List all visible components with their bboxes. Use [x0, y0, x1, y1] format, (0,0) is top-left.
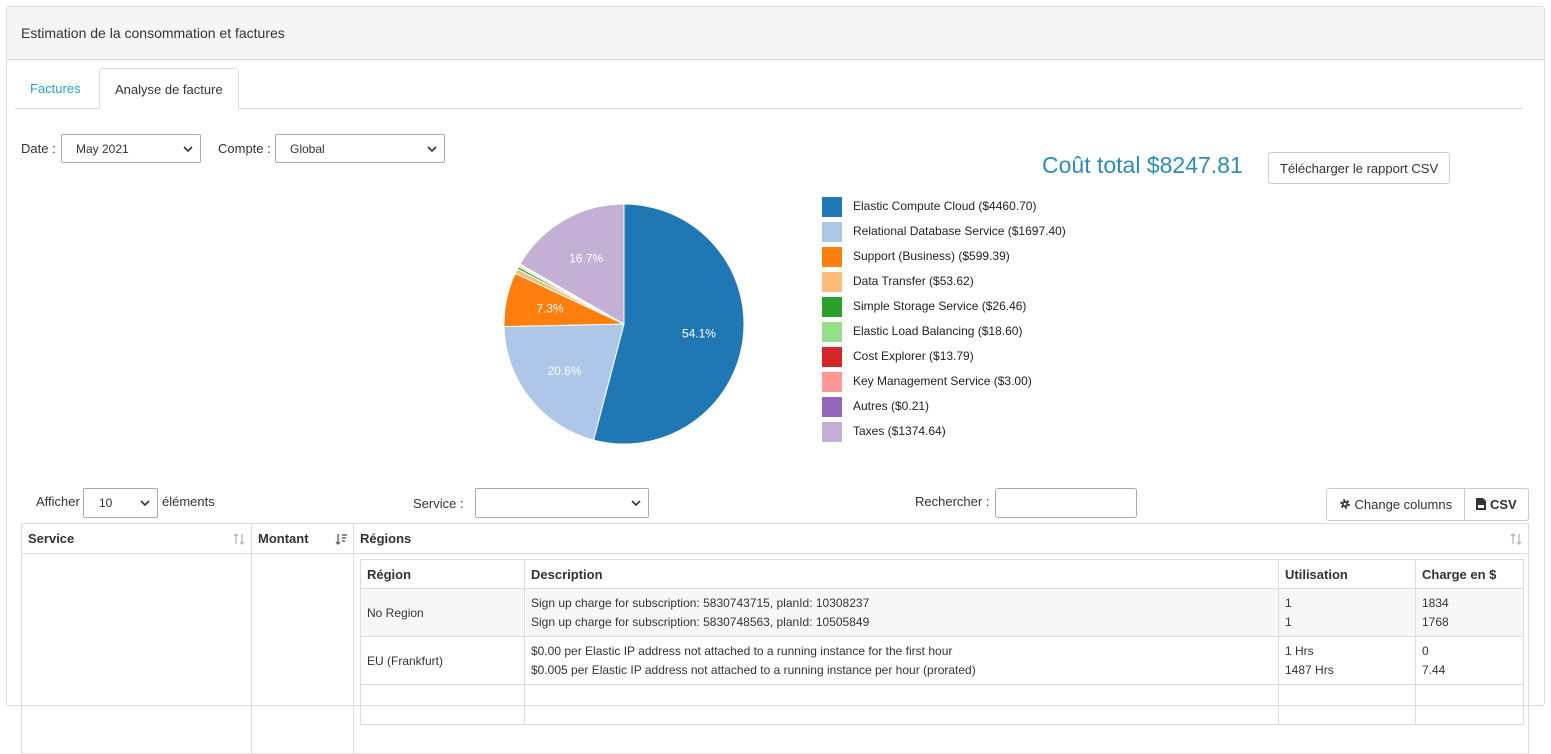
legend-swatch — [822, 397, 842, 417]
col-usage: Utilisation — [1278, 559, 1416, 589]
region-descriptions: Sign up charge for subscription: 5830743… — [524, 588, 1279, 637]
legend-label: Support (Business) ($599.39) — [853, 249, 1010, 263]
pie-slice-label: 54.1% — [682, 327, 716, 341]
usage-line: 1487 Hrs — [1285, 662, 1334, 677]
page-length-select[interactable]: 10 — [83, 488, 158, 518]
description-line: Sign up charge for subscription: 5830748… — [531, 614, 870, 629]
page-length-label: Afficher — [36, 494, 80, 509]
page-length-value: 10 — [99, 496, 113, 510]
region-usage: 1 Hrs 1487 Hrs — [1278, 636, 1416, 685]
sort-icon — [1510, 533, 1522, 545]
amount-cell — [251, 553, 354, 754]
sort-icon — [233, 533, 245, 545]
change-columns-button[interactable]: Change columns — [1326, 488, 1465, 521]
chevron-down-icon — [140, 500, 150, 507]
date-select[interactable]: May 2021 — [61, 134, 201, 163]
region-name: No Region — [360, 588, 525, 637]
download-csv-button[interactable]: Télécharger le rapport CSV — [1268, 152, 1450, 184]
region-charges: 1834 1768 — [1415, 588, 1524, 637]
legend-swatch — [822, 347, 842, 367]
legend-label: Data Transfer ($53.62) — [853, 274, 974, 288]
pie-slice-label: 7.3% — [536, 301, 564, 315]
search-label: Rechercher : — [915, 494, 990, 509]
cost-pie-chart: 54.1% 20.6% 7.3% 16.7% — [503, 203, 745, 445]
charge-line: 0 — [1422, 643, 1429, 658]
service-cell — [21, 553, 252, 754]
legend-label: Taxes ($1374.64) — [853, 424, 946, 438]
legend-label: Autres ($0.21) — [853, 399, 930, 413]
billing-table: Service Montant Régions Région Descripti… — [21, 523, 1529, 754]
charge-line: 7.44 — [1422, 662, 1446, 677]
chevron-down-icon — [631, 500, 641, 507]
legend-label: Elastic Load Balancing ($18.60) — [853, 324, 1023, 338]
tab-bar: Factures Analyse de facture — [15, 68, 1523, 110]
regions-header-row: Région Description Utilisation Charge en… — [360, 559, 1524, 589]
charge-line: 1834 — [1422, 595, 1449, 610]
legend-label: Elastic Compute Cloud ($4460.70) — [853, 199, 1037, 213]
col-charge: Charge en $ — [1415, 559, 1524, 589]
tab-analyse-facture[interactable]: Analyse de facture — [99, 68, 239, 110]
legend-swatch — [822, 197, 842, 217]
tab-factures[interactable]: Factures — [15, 68, 96, 109]
legend-swatch — [822, 297, 842, 317]
sort-desc-icon — [335, 534, 347, 545]
description-line: $0.00 per Elastic IP address not attache… — [531, 643, 953, 658]
column-service[interactable]: Service — [21, 523, 252, 554]
description-line: $0.005 per Elastic IP address not attach… — [531, 662, 976, 677]
chevron-down-icon — [183, 146, 193, 153]
date-label: Date : — [21, 141, 56, 156]
description-line: Sign up charge for subscription: 5830743… — [531, 595, 870, 610]
column-montant-label: Montant — [258, 531, 309, 546]
account-select-value: Global — [290, 142, 325, 156]
change-columns-label: Change columns — [1354, 497, 1453, 512]
gear-icon — [1340, 499, 1350, 509]
legend-swatch — [822, 247, 842, 267]
usage-line: 1 — [1285, 614, 1292, 629]
service-filter-label: Service : — [413, 496, 464, 511]
service-filter-select[interactable] — [475, 488, 649, 518]
column-service-label: Service — [28, 531, 75, 546]
csv-export-button[interactable]: CSV — [1464, 488, 1529, 521]
legend-swatch — [822, 222, 842, 242]
legend-swatch — [822, 322, 842, 342]
region-charges: 0 7.44 — [1415, 636, 1524, 685]
legend-label: Cost Explorer ($13.79) — [853, 349, 974, 363]
pie-slice-label: 16.7% — [569, 252, 603, 266]
charge-line: 1768 — [1422, 614, 1449, 629]
legend-swatch — [822, 372, 842, 392]
region-name: EU (Frankfurt) — [360, 636, 525, 685]
table-row: Région Description Utilisation Charge en… — [21, 553, 1529, 754]
region-usage: 1 1 — [1278, 588, 1416, 637]
file-icon — [1476, 498, 1487, 510]
region-descriptions: $0.00 per Elastic IP address not attache… — [524, 636, 1279, 685]
legend-label: Simple Storage Service ($26.46) — [853, 299, 1027, 313]
csv-export-label: CSV — [1489, 497, 1517, 512]
column-montant[interactable]: Montant — [251, 523, 354, 554]
column-regions-label: Régions — [360, 531, 412, 546]
total-cost: Coût total $8247.81 — [1042, 152, 1243, 178]
panel-title: Estimation de la consommation et facture… — [7, 7, 1544, 60]
chevron-down-icon — [427, 146, 437, 153]
legend-swatch — [822, 422, 842, 442]
region-row: EU (Frankfurt) $0.00 per Elastic IP addr… — [360, 636, 1524, 685]
legend-label: Key Management Service ($3.00) — [853, 374, 1032, 388]
account-label: Compte : — [218, 141, 271, 156]
page-length-suffix: éléments — [162, 494, 215, 509]
usage-line: 1 — [1285, 595, 1292, 610]
table-header-row: Service Montant Régions — [21, 523, 1529, 554]
legend-swatch — [822, 272, 842, 292]
regions-table: Région Description Utilisation Charge en… — [360, 559, 1524, 725]
col-region: Région — [360, 559, 525, 589]
regions-cell: Région Description Utilisation Charge en… — [353, 553, 1529, 754]
account-select[interactable]: Global — [275, 134, 445, 163]
col-description: Description — [524, 559, 1279, 589]
search-input[interactable] — [995, 488, 1137, 518]
column-regions[interactable]: Régions — [353, 523, 1529, 554]
date-select-value: May 2021 — [76, 142, 129, 156]
pie-slice-label: 20.6% — [548, 364, 582, 378]
usage-line: 1 Hrs — [1285, 643, 1314, 658]
legend-label: Relational Database Service ($1697.40) — [853, 224, 1066, 238]
region-row: No Region Sign up charge for subscriptio… — [360, 588, 1524, 637]
